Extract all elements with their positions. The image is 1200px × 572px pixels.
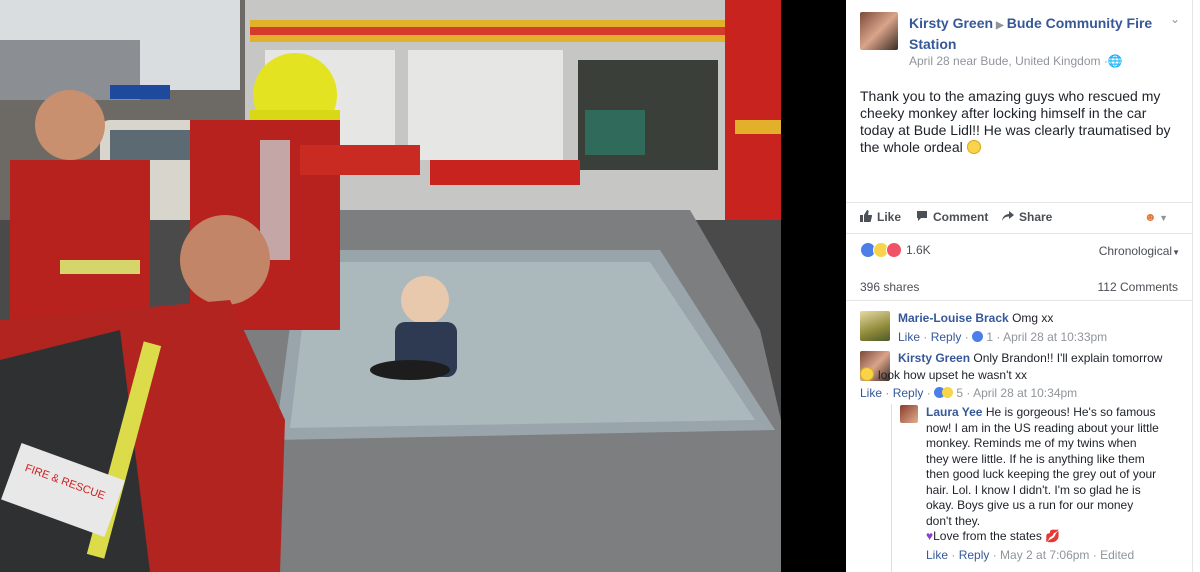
comment-text: Only Brandon!! I'll explain tomorrow (973, 351, 1163, 365)
love-reaction-icon (886, 242, 902, 258)
comment-body: Marie-Louise Brack Omg xx Like · Reply ·… (898, 311, 1180, 345)
reply-line: monkey. Reminds me of my twins when (926, 436, 1137, 450)
author-line: Kirsty Green ▶ Bude Community Fire Station (909, 14, 1169, 54)
comment-sort-dropdown[interactable]: Chronological▼ (1099, 244, 1180, 258)
post-date[interactable]: April 28 (909, 54, 950, 68)
comment-like-link[interactable]: Like (898, 330, 920, 344)
reaction-summary[interactable]: 1.6K Chronological▼ (860, 242, 1180, 260)
photo-viewer: FIRE & RESCUE (0, 0, 846, 572)
comment-time[interactable]: April 28 at 10:33pm (1003, 330, 1107, 344)
thumbs-up-icon (860, 210, 872, 222)
sort-label: Chronological (1098, 244, 1173, 258)
post-body: Thank you to the amazing guys who rescue… (860, 88, 1171, 155)
like-label: Like (877, 210, 902, 224)
action-bar: Like Comment Share ☻ ▼ (846, 202, 1192, 234)
replier-name[interactable]: Laura Yee (926, 405, 982, 419)
scrollbar[interactable] (1192, 0, 1200, 572)
reply-line: He is gorgeous! He's so famous (985, 405, 1156, 419)
laugh-emoji-icon (860, 366, 874, 381)
reply-time[interactable]: May 2 at 7:06pm (1000, 548, 1089, 562)
reply-body: Laura Yee He is gorgeous! He's so famous… (926, 405, 1178, 563)
reply-line: now! I am in the US reading about your l… (926, 420, 1159, 435)
reply-closing: Love from the states (933, 529, 1042, 543)
reply-line: then good luck keeping the grey out of y… (926, 467, 1157, 481)
grin-emoji-icon (966, 140, 981, 154)
reply-line: hair. Lol. I know I didn't. I'm so glad … (926, 482, 1141, 497)
reply-line: don't they. (926, 513, 981, 528)
comment-body: Kirsty Green Only Brandon!! I'll explain… (860, 351, 1180, 402)
comment-text: Omg xx (1012, 311, 1054, 325)
comment-reply-link[interactable]: Reply (931, 330, 962, 344)
comment-reaction-count[interactable]: 1 (986, 330, 993, 344)
commenter-name[interactable]: Kirsty Green (898, 351, 970, 365)
comment-item: Kirsty Green Only Brandon!! I'll explain… (860, 351, 1180, 401)
comment-label: Comment (933, 210, 989, 224)
post-text: Thank you to the amazing guys who rescue… (860, 88, 1180, 156)
location-prefix: near (953, 54, 978, 68)
kiss-lips-icon: 💋 (1045, 529, 1061, 543)
post-panel: Kirsty Green ▶ Bude Community Fire Station… (846, 0, 1192, 572)
reply-item: Laura Yee He is gorgeous! He's so famous… (900, 405, 1182, 572)
like-reaction-icon (972, 330, 984, 342)
reply-reply-link[interactable]: Reply (959, 548, 990, 562)
comment-item: Marie-Louise Brack Omg xx Like · Reply ·… (860, 311, 1180, 347)
haha-reaction-icon (942, 387, 954, 398)
comments-count[interactable]: 112 Comments (1098, 280, 1178, 294)
comment-actions: Like · Reply · 1 · April 28 at 10:33pm (898, 329, 1108, 344)
reply-actions: Like · Reply · May 2 at 7:06pm · Edited (926, 547, 1135, 562)
comment-icon (916, 210, 928, 222)
commenter-avatar[interactable] (860, 311, 890, 341)
commenter-name[interactable]: Marie-Louise Brack (898, 311, 1009, 325)
reply-line: okay. Boys give us a run for our money (926, 498, 1134, 512)
comment-reply-link[interactable]: Reply (893, 386, 924, 400)
shares-count[interactable]: 396 shares (860, 280, 919, 294)
comment-reaction-count[interactable]: 5 (956, 386, 963, 400)
comment-like-link[interactable]: Like (860, 386, 882, 400)
comment-text-line2: look how upset he wasn't xx (878, 367, 1028, 382)
like-button[interactable]: Like (860, 210, 901, 224)
post-location[interactable]: Bude, United Kingdom (980, 54, 1100, 68)
post-meta: April 28 near Bude, United Kingdom ·🌐 (909, 54, 1123, 68)
reply-line: they were little. If he is anything like… (926, 451, 1145, 466)
reply-thread-line (891, 404, 892, 572)
author-avatar[interactable] (860, 12, 898, 50)
share-label: Share (1019, 210, 1053, 224)
caret-down-icon: ▼ (1172, 248, 1180, 257)
stats-row: 396 shares 112 Comments (846, 274, 1192, 301)
share-button[interactable]: Share (1002, 210, 1052, 224)
globe-icon: ·🌐 (1103, 54, 1123, 68)
comment-button[interactable]: Comment (916, 210, 988, 224)
comment-time[interactable]: April 28 at 10:34pm (973, 386, 1077, 400)
replier-avatar[interactable] (900, 405, 918, 423)
author-name[interactable]: Kirsty Green (909, 15, 993, 31)
post-photo[interactable]: FIRE & RESCUE (0, 0, 781, 572)
comment-actions: Like · Reply · 5 · April 28 at 10:34pm (860, 386, 1078, 400)
reaction-count: 1.6K (906, 243, 931, 257)
chevron-down-icon[interactable]: ⌄ (1170, 12, 1180, 26)
edited-label[interactable]: Edited (1100, 548, 1134, 562)
share-icon (1002, 210, 1014, 222)
share-arrow-icon: ▶ (996, 20, 1004, 31)
reply-like-link[interactable]: Like (926, 548, 948, 562)
reaction-selector-icon[interactable]: ☻ ▼ (1144, 210, 1168, 224)
